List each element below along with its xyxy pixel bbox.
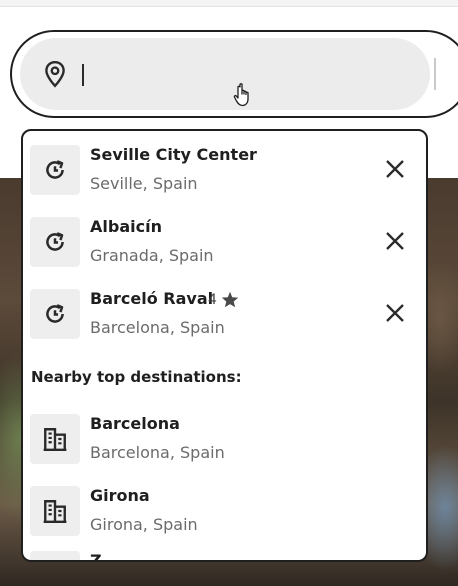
suggestions-dropdown: Seville City Center Seville, Spain Albai… (21, 129, 428, 562)
destination-title: Girona (90, 486, 150, 505)
recent-item-title: Barceló Raval (90, 289, 214, 308)
top-strip (0, 0, 458, 7)
text-caret (82, 64, 84, 86)
hotel-rating: 4 (208, 291, 239, 308)
building-icon (30, 414, 80, 464)
recent-item-title: Seville City Center (90, 145, 257, 164)
destination-subtitle: Girona, Spain (90, 515, 198, 534)
recent-item-subtitle: Granada, Spain (90, 246, 214, 265)
star-icon (221, 291, 239, 308)
remove-recent-button[interactable] (381, 227, 409, 255)
history-icon (30, 217, 80, 267)
recent-item-subtitle: Barcelona, Spain (90, 318, 225, 337)
rating-value: 4 (208, 291, 217, 308)
remove-recent-button[interactable] (381, 299, 409, 327)
recent-item-title: Albaicín (90, 217, 162, 236)
destination-subtitle: Barcelona, Spain (90, 443, 225, 462)
recent-search-item[interactable]: Albaicín Granada, Spain (23, 207, 426, 271)
building-icon (30, 486, 80, 536)
destination-title-partial[interactable]: Z (90, 551, 102, 560)
building-icon (30, 551, 80, 560)
remove-recent-button[interactable] (381, 155, 409, 183)
history-icon (30, 289, 80, 339)
history-icon (30, 145, 80, 195)
map-pin-icon (45, 60, 65, 88)
destination-title: Barcelona (90, 414, 180, 433)
recent-item-subtitle: Seville, Spain (90, 174, 198, 193)
destination-item[interactable]: Barcelona Barcelona, Spain (23, 404, 426, 468)
field-divider (434, 58, 436, 90)
close-icon (386, 232, 404, 250)
recent-search-item[interactable]: Barceló Raval 4 Barcelona, Spain (23, 279, 426, 343)
close-icon (386, 304, 404, 322)
hand-pointer-icon (233, 83, 249, 107)
destination-item[interactable]: Girona Girona, Spain (23, 476, 426, 540)
close-icon (386, 160, 404, 178)
recent-search-item[interactable]: Seville City Center Seville, Spain (23, 135, 426, 199)
nearby-heading: Nearby top destinations: (31, 368, 242, 386)
